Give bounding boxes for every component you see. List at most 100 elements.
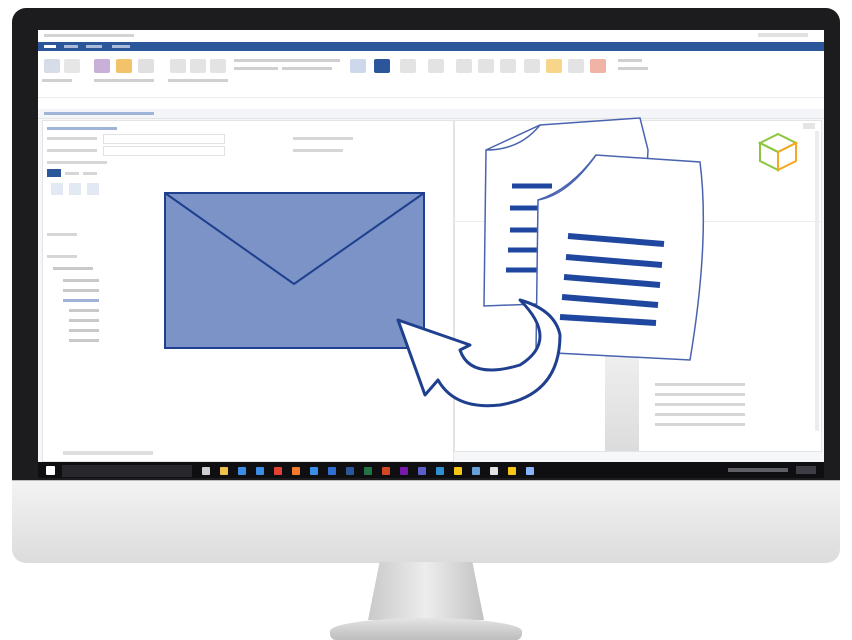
list-row[interactable] (655, 393, 745, 396)
ribbon-button-help[interactable] (568, 59, 584, 73)
monitor-stand-base (330, 618, 522, 640)
main-form-panel (42, 120, 454, 462)
ribbon-button-doc[interactable] (138, 59, 154, 73)
ribbon-button-print[interactable] (170, 59, 186, 73)
store-icon[interactable] (256, 467, 264, 475)
field-label (47, 137, 97, 140)
tab[interactable] (65, 172, 79, 175)
ribbon-label (94, 79, 154, 82)
taskbar (38, 462, 824, 478)
active-app-icon[interactable] (526, 467, 534, 475)
powerpoint-icon[interactable] (382, 467, 390, 475)
app-icon[interactable] (472, 467, 480, 475)
list-item[interactable] (69, 329, 99, 332)
ribbon-button-new[interactable] (350, 59, 366, 73)
outlook-icon[interactable] (328, 467, 336, 475)
ribbon-button-table[interactable] (478, 59, 494, 73)
ribbon-label (282, 67, 332, 70)
app2-icon[interactable] (490, 467, 498, 475)
ribbon-tab-bar (38, 42, 824, 51)
ribbon-button-export[interactable] (210, 59, 226, 73)
chrome-icon[interactable] (274, 467, 282, 475)
ribbon-toolbar (38, 51, 824, 110)
ribbon-button-tools[interactable] (524, 59, 540, 73)
list-item[interactable] (69, 319, 99, 322)
panel-close-button[interactable] (803, 123, 815, 129)
ribbon-button-cut[interactable] (64, 59, 80, 73)
word-icon[interactable] (346, 467, 354, 475)
field-label (293, 149, 343, 152)
list-row[interactable] (655, 403, 745, 406)
window-title-text (44, 34, 134, 37)
form-field[interactable] (103, 134, 225, 144)
windows-start-icon[interactable] (46, 466, 55, 475)
ribbon-label (234, 59, 284, 62)
list-item[interactable] (69, 309, 99, 312)
excel-icon[interactable] (364, 467, 372, 475)
section-header (47, 127, 117, 130)
cube-logo-icon (757, 132, 799, 172)
taskbar-icons (202, 462, 562, 478)
list-header (47, 233, 77, 236)
ribbon-button-paste[interactable] (44, 59, 60, 73)
taskbar-search-input[interactable] (62, 465, 192, 477)
field-label (47, 149, 97, 152)
ribbon-button-grid[interactable] (456, 59, 472, 73)
list-row[interactable] (655, 423, 745, 426)
ribbon-divider (38, 97, 824, 98)
explorer-icon[interactable] (220, 467, 228, 475)
task-view-icon[interactable] (202, 467, 210, 475)
ribbon-button-save[interactable] (374, 59, 390, 73)
tab-view[interactable] (112, 45, 130, 48)
ribbon-label (618, 59, 642, 62)
list-item-selected[interactable] (63, 299, 99, 302)
horizontal-scrollbar[interactable] (63, 451, 153, 455)
list-item[interactable] (69, 339, 99, 342)
notes-icon[interactable] (454, 467, 462, 475)
teams-icon[interactable] (418, 467, 426, 475)
ribbon-label (168, 79, 228, 82)
ribbon-button-star[interactable] (546, 59, 562, 73)
monitor-chin (12, 480, 840, 563)
list-row[interactable] (655, 383, 745, 386)
ribbon-button-folder[interactable] (116, 59, 132, 73)
section-header (47, 161, 107, 164)
tab-file[interactable] (44, 45, 56, 48)
system-tray[interactable] (728, 468, 788, 472)
ribbon-button-open[interactable] (400, 59, 416, 73)
screen (38, 30, 824, 478)
list-header (47, 255, 77, 258)
ribbon-button-user[interactable] (94, 59, 110, 73)
tab-active[interactable] (47, 169, 61, 177)
edge-icon[interactable] (238, 467, 246, 475)
ribbon-label (618, 67, 648, 70)
window-controls[interactable] (758, 33, 808, 37)
tab-insert[interactable] (86, 45, 102, 48)
ribbon-button-layout[interactable] (500, 59, 516, 73)
tab[interactable] (83, 172, 97, 175)
form-field[interactable] (103, 146, 225, 156)
photos-icon[interactable] (436, 467, 444, 475)
field-label (293, 137, 353, 140)
toolbar-button[interactable] (51, 183, 63, 195)
list-item[interactable] (63, 279, 99, 282)
ribbon-button-alert[interactable] (590, 59, 606, 73)
warning-icon[interactable] (508, 467, 516, 475)
firefox-icon[interactable] (292, 467, 300, 475)
toolbar-button[interactable] (69, 183, 81, 195)
ribbon-label (282, 59, 340, 62)
ribbon-button-close[interactable] (428, 59, 444, 73)
list-item[interactable] (53, 267, 93, 270)
ribbon-label (42, 79, 72, 82)
breadcrumb-path[interactable] (44, 112, 154, 115)
onenote-icon[interactable] (400, 467, 408, 475)
tab-home[interactable] (64, 45, 78, 48)
list-row[interactable] (655, 413, 745, 416)
panel-divider (455, 221, 821, 222)
mail-icon[interactable] (310, 467, 318, 475)
monitor-stand-neck (368, 562, 484, 620)
vertical-scrollbar[interactable] (815, 131, 819, 431)
list-item[interactable] (63, 289, 99, 292)
toolbar-button[interactable] (87, 183, 99, 195)
ribbon-button-share[interactable] (190, 59, 206, 73)
